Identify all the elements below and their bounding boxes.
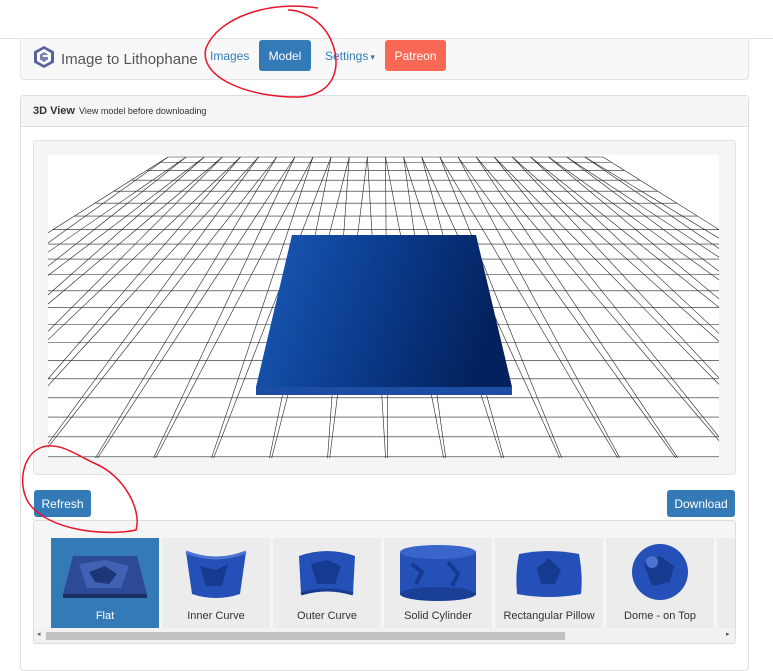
nav-settings-dropdown[interactable]: Settings ▾ [325, 49, 375, 63]
scroll-right-arrow-icon[interactable]: ▸ [726, 630, 730, 638]
shape-selector: Flat Inner Curve Outer Curve Solid Cylin… [33, 520, 736, 644]
panel-title: 3D View [33, 105, 75, 117]
flat-shape-icon [63, 556, 147, 598]
shape-tile-partial[interactable] [717, 538, 735, 628]
refresh-button[interactable]: Refresh [34, 490, 91, 517]
caret-down-icon: ▾ [370, 52, 375, 62]
download-button[interactable]: Download [667, 490, 735, 517]
scroll-left-arrow-icon[interactable]: ◂ [37, 630, 41, 638]
rectangular-pillow-shape-icon [516, 551, 582, 597]
shape-tile-dome-on-top[interactable]: Dome - on Top [606, 538, 714, 628]
perspective-grid [48, 156, 719, 458]
lithophane-logo-icon [33, 45, 55, 73]
shape-label-dome-on-top: Dome - on Top [624, 610, 696, 622]
dome-on-top-shape-icon [632, 544, 688, 600]
solid-cylinder-shape-icon [400, 545, 476, 601]
shape-tile-flat[interactable]: Flat [51, 538, 159, 628]
shape-tile-inner-curve[interactable]: Inner Curve [162, 538, 270, 628]
panel-subtitle: View model before downloading [79, 106, 207, 116]
horizontal-scrollbar[interactable]: ◂ ▸ [34, 629, 735, 643]
nav-images-link[interactable]: Images [210, 49, 249, 63]
top-navbar: Image to Lithophane Images Model Setting… [20, 38, 749, 80]
browser-top-strip [0, 0, 773, 39]
scrollbar-thumb[interactable] [46, 632, 565, 640]
shape-label-flat: Flat [95, 610, 115, 622]
lithophane-model-top [256, 235, 512, 387]
shape-label-inner-curve: Inner Curve [187, 610, 245, 622]
shape-tile-outer-curve[interactable]: Outer Curve [273, 538, 381, 628]
shape-label-rectangular-pillow: Rectangular Pillow [503, 610, 595, 622]
patreon-button[interactable]: Patreon [385, 40, 446, 71]
shape-tile-solid-cylinder[interactable]: Solid Cylinder [384, 538, 492, 628]
lithophane-model-edge [256, 387, 512, 395]
3d-model-canvas[interactable] [48, 155, 719, 458]
shape-tile-rectangular-pillow[interactable]: Rectangular Pillow [495, 538, 603, 628]
inner-curve-shape-icon [185, 550, 247, 598]
outer-curve-shape-icon [299, 551, 355, 596]
settings-label: Settings [325, 49, 369, 63]
brand-title: Image to Lithophane [61, 50, 198, 68]
panel-heading: 3D View View model before downloading [21, 96, 748, 127]
shape-label-solid-cylinder: Solid Cylinder [404, 610, 472, 622]
shape-label-outer-curve: Outer Curve [297, 610, 357, 622]
brand[interactable]: Image to Lithophane [33, 44, 198, 74]
nav-model-button[interactable]: Model [259, 40, 311, 71]
